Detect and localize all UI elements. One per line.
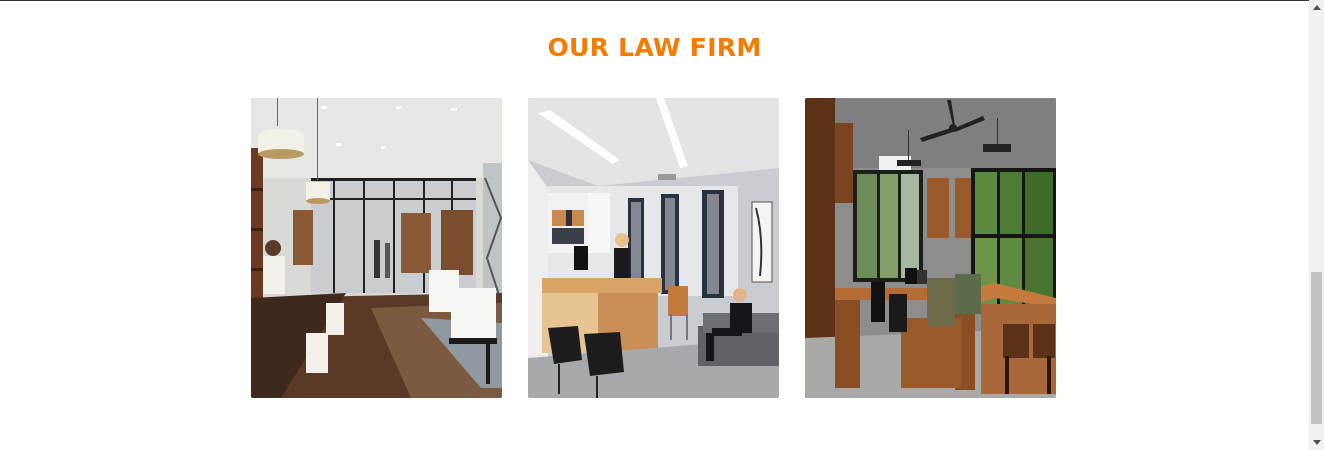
office-photo-workspace (805, 98, 1056, 398)
scrollbar-thumb[interactable] (1311, 272, 1322, 424)
scroll-down-arrow-icon[interactable] (1313, 440, 1321, 445)
vertical-scrollbar[interactable] (1309, 0, 1324, 450)
office-photo-private-office (528, 98, 779, 398)
gallery-photo-1[interactable] (251, 98, 502, 398)
photo-gallery (251, 98, 1056, 398)
section-title: OUR LAW FIRM (547, 33, 762, 62)
gallery-photo-2[interactable] (528, 98, 779, 398)
top-border (0, 0, 1309, 1)
gallery-photo-3[interactable] (805, 98, 1056, 398)
scroll-up-arrow-icon[interactable] (1313, 5, 1321, 10)
office-photo-open-plan (251, 98, 502, 398)
